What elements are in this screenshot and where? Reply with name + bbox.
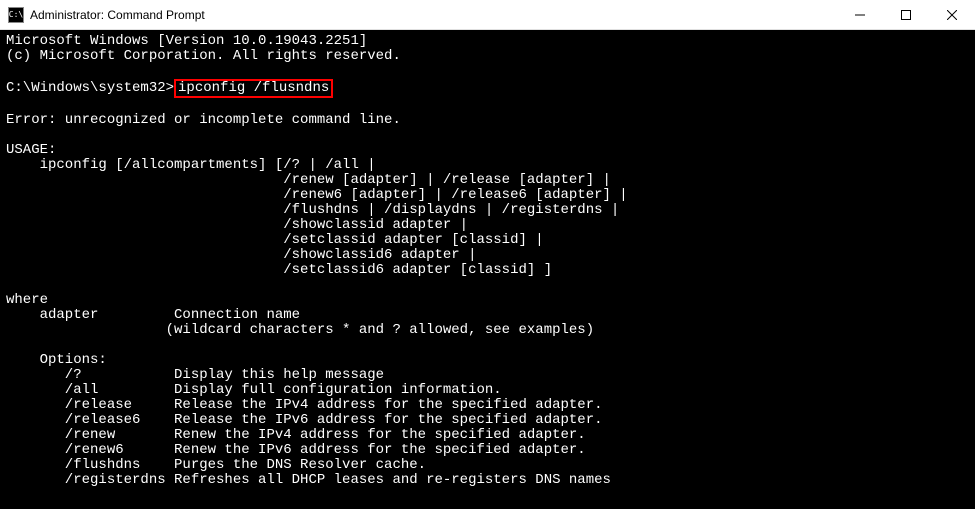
usage-line: /renew [adapter] | /release [adapter] |: [6, 172, 611, 188]
terminal-output[interactable]: Microsoft Windows [Version 10.0.19043.22…: [0, 30, 975, 509]
close-icon: [947, 10, 957, 20]
option-line: /renew6 Renew the IPv6 address for the s…: [6, 442, 586, 458]
minimize-icon: [855, 10, 865, 20]
maximize-button[interactable]: [883, 0, 929, 29]
option-line: /flushdns Purges the DNS Resolver cache.: [6, 457, 426, 473]
option-line: /release6 Release the IPv6 address for t…: [6, 412, 603, 428]
window-title: Administrator: Command Prompt: [30, 8, 837, 22]
where-line: adapter Connection name: [6, 307, 300, 323]
usage-line: /flushdns | /displaydns | /registerdns |: [6, 202, 619, 218]
maximize-icon: [901, 10, 911, 20]
usage-header: USAGE:: [6, 142, 56, 158]
close-button[interactable]: [929, 0, 975, 29]
minimize-button[interactable]: [837, 0, 883, 29]
window-controls: [837, 0, 975, 29]
command-highlight: ipconfig /flusndns: [174, 79, 333, 98]
prompt-prefix: C:\Windows\system32>: [6, 80, 174, 96]
option-line: /? Display this help message: [6, 367, 384, 383]
where-header: where: [6, 292, 48, 308]
option-line: /renew Renew the IPv4 address for the sp…: [6, 427, 586, 443]
option-line: /registerdns Refreshes all DHCP leases a…: [6, 472, 611, 488]
error-line: Error: unrecognized or incomplete comman…: [6, 112, 401, 128]
output-line: Microsoft Windows [Version 10.0.19043.22…: [6, 33, 367, 49]
usage-line: ipconfig [/allcompartments] [/? | /all |: [6, 157, 376, 173]
window-titlebar: C:\ Administrator: Command Prompt: [0, 0, 975, 30]
cmd-icon: C:\: [8, 7, 24, 23]
output-line: (c) Microsoft Corporation. All rights re…: [6, 48, 401, 64]
usage-line: /renew6 [adapter] | /release6 [adapter] …: [6, 187, 628, 203]
options-header: Options:: [6, 352, 107, 368]
usage-line: /showclassid adapter |: [6, 217, 468, 233]
usage-line: /setclassid6 adapter [classid] ]: [6, 262, 552, 278]
option-line: /release Release the IPv4 address for th…: [6, 397, 603, 413]
usage-line: /setclassid adapter [classid] |: [6, 232, 544, 248]
option-line: /all Display full configuration informat…: [6, 382, 502, 398]
where-line: (wildcard characters * and ? allowed, se…: [6, 322, 594, 338]
usage-line: /showclassid6 adapter |: [6, 247, 476, 263]
